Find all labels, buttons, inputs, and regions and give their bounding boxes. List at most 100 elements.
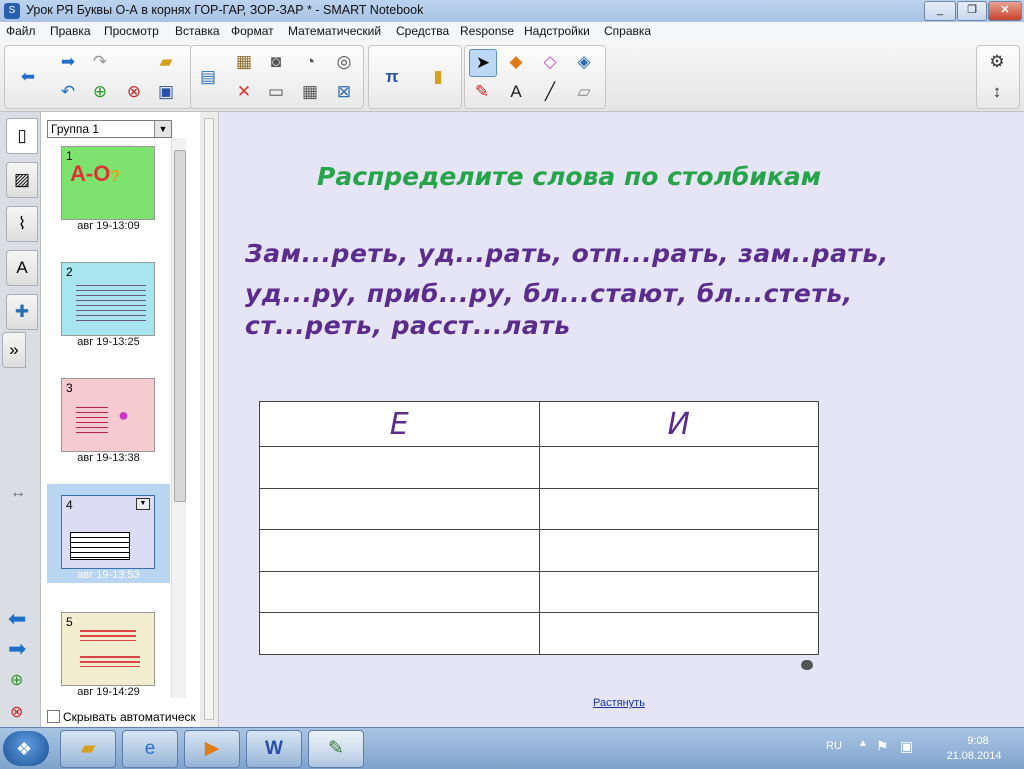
- page-time-label: авг 19-13:09: [77, 220, 140, 232]
- paste-icon[interactable]: ▦: [231, 49, 257, 75]
- menu-addons[interactable]: Надстройки: [524, 24, 590, 38]
- menu-edit[interactable]: Правка: [50, 24, 91, 38]
- chevron-down-icon[interactable]: ▼: [154, 121, 171, 137]
- language-indicator[interactable]: RU: [826, 740, 842, 752]
- minimize-button[interactable]: _: [924, 1, 956, 21]
- group-select[interactable]: Группа 1 ▼: [47, 120, 172, 138]
- attachments-tab-icon[interactable]: ⌇: [6, 206, 38, 242]
- open-icon[interactable]: ▰: [153, 49, 179, 75]
- notebook-page-canvas[interactable]: Распределите слова по столбикам Зам...ре…: [219, 112, 1024, 727]
- menu-help[interactable]: Справка: [604, 24, 651, 38]
- panel-splitter[interactable]: [200, 112, 219, 727]
- maximize-button[interactable]: ❐: [957, 1, 987, 21]
- eraser-icon[interactable]: ◇: [537, 49, 563, 75]
- document-camera-icon[interactable]: ◔: [297, 49, 323, 75]
- display-icon[interactable]: ▤: [195, 64, 221, 90]
- shapes-icon[interactable]: ◆: [503, 49, 529, 75]
- magic-eraser-icon[interactable]: ▱: [571, 79, 597, 105]
- menu-response[interactable]: Response: [460, 24, 514, 38]
- add-page-icon[interactable]: ⊕: [10, 670, 23, 690]
- gallery-tab-icon[interactable]: ▨: [6, 162, 38, 198]
- previous-page-icon[interactable]: ⬅: [8, 606, 26, 632]
- explorer-icon[interactable]: ▰: [60, 730, 116, 768]
- capture-icon[interactable]: ▭: [263, 79, 289, 105]
- media-player-icon[interactable]: ▶: [184, 730, 240, 768]
- sorting-table[interactable]: Е И: [259, 401, 819, 655]
- gallery-icon[interactable]: ▮: [425, 64, 451, 90]
- toolbar-group-navigation: ⬅ ➡ ↶ ↷ ⊕ ⊗ ▰ ▣: [4, 45, 192, 109]
- line-icon[interactable]: ╱: [537, 79, 563, 105]
- undo-icon[interactable]: ↶: [55, 79, 81, 105]
- fill-icon[interactable]: ◈: [571, 49, 597, 75]
- menu-format[interactable]: Формат: [231, 24, 274, 38]
- page-thumbnail-4[interactable]: 4 ▼: [61, 495, 155, 569]
- menu-insert[interactable]: Вставка: [175, 24, 220, 38]
- show-hidden-icons-icon[interactable]: ▲: [858, 738, 868, 749]
- collapse-tab-icon[interactable]: »: [2, 332, 26, 368]
- network-icon[interactable]: ▣: [900, 738, 913, 755]
- table-cell[interactable]: [259, 446, 540, 489]
- table-cell[interactable]: [259, 529, 540, 572]
- menu-math[interactable]: Математический: [288, 24, 381, 38]
- resize-arrows-icon[interactable]: ↔: [10, 484, 26, 502]
- page-thumbnail-2[interactable]: 2: [61, 262, 155, 336]
- table-cell[interactable]: [538, 487, 819, 531]
- word-icon[interactable]: W: [246, 730, 302, 768]
- page-menu-chevron-icon[interactable]: ▼: [136, 498, 150, 510]
- stretch-link[interactable]: Растянуть: [593, 697, 645, 709]
- move-toolbar-icon[interactable]: ↕: [984, 79, 1010, 105]
- table-row[interactable]: [259, 446, 819, 489]
- delete-icon[interactable]: ✕: [231, 79, 257, 105]
- smart-notebook-icon[interactable]: ✎: [308, 730, 364, 768]
- close-button[interactable]: ✕: [988, 1, 1022, 21]
- screenshade-icon[interactable]: ◙: [263, 49, 289, 75]
- table-row[interactable]: [259, 529, 819, 572]
- table-cell[interactable]: [538, 612, 819, 655]
- page-thumbnail-1[interactable]: 1 А-О?: [61, 146, 155, 220]
- start-button[interactable]: ❖: [3, 731, 49, 766]
- scrollbar-thumb[interactable]: [174, 150, 186, 502]
- menu-view[interactable]: Просмотр: [104, 24, 159, 38]
- internet-explorer-icon[interactable]: e: [122, 730, 178, 768]
- table-cell[interactable]: [538, 446, 819, 489]
- action-center-flag-icon[interactable]: ⚑: [876, 738, 889, 755]
- splitter-track[interactable]: [204, 118, 214, 720]
- addons-tab-icon[interactable]: ✚: [6, 294, 38, 330]
- save-icon[interactable]: ▣: [153, 79, 179, 105]
- arrow-left-icon[interactable]: ⬅: [15, 64, 41, 90]
- table-row[interactable]: [259, 570, 819, 614]
- select-icon[interactable]: ➤: [469, 49, 497, 77]
- page-thumbnail-3[interactable]: 3 ●: [61, 378, 155, 452]
- add-page-icon[interactable]: ⊕: [87, 79, 113, 105]
- text-icon[interactable]: A: [503, 79, 529, 105]
- pens-icon[interactable]: ✎: [469, 79, 495, 105]
- clock-date[interactable]: 21.08.2014: [934, 750, 1014, 762]
- table-cell[interactable]: [259, 612, 540, 655]
- arrow-right-icon[interactable]: ➡: [55, 49, 81, 75]
- autohide-checkbox[interactable]: Скрывать автоматическ: [47, 710, 197, 724]
- table-row[interactable]: [259, 487, 819, 531]
- table-cell[interactable]: [259, 487, 540, 531]
- table-cell[interactable]: [538, 570, 819, 614]
- delete-page-icon[interactable]: ⊗: [121, 79, 147, 105]
- clock-time[interactable]: 9:08: [948, 735, 1008, 747]
- table-cell[interactable]: [259, 570, 540, 614]
- settings-icon[interactable]: ⚙: [984, 49, 1010, 75]
- page-thumbnail-5[interactable]: 5: [61, 612, 155, 686]
- page-sorter-tab-icon[interactable]: ▯: [6, 118, 38, 154]
- properties-tab-icon[interactable]: A: [6, 250, 38, 286]
- menu-file[interactable]: Файл: [6, 24, 36, 38]
- clear-icon[interactable]: ⊠: [331, 79, 357, 105]
- table-cell[interactable]: [538, 529, 819, 572]
- checkbox-box[interactable]: [47, 710, 60, 723]
- table-icon[interactable]: ▦: [297, 79, 323, 105]
- menu-tools[interactable]: Средства: [396, 24, 449, 38]
- redo-icon[interactable]: ↷: [87, 49, 113, 75]
- thumbnail-preview: [76, 281, 146, 325]
- next-page-icon[interactable]: ➡: [8, 636, 26, 662]
- delete-page-icon[interactable]: ⊗: [10, 702, 23, 722]
- pi-math-icon[interactable]: π: [379, 64, 405, 90]
- clear-icon[interactable]: ◎: [331, 49, 357, 75]
- sorter-scrollbar[interactable]: [171, 138, 186, 698]
- table-row[interactable]: [259, 612, 819, 655]
